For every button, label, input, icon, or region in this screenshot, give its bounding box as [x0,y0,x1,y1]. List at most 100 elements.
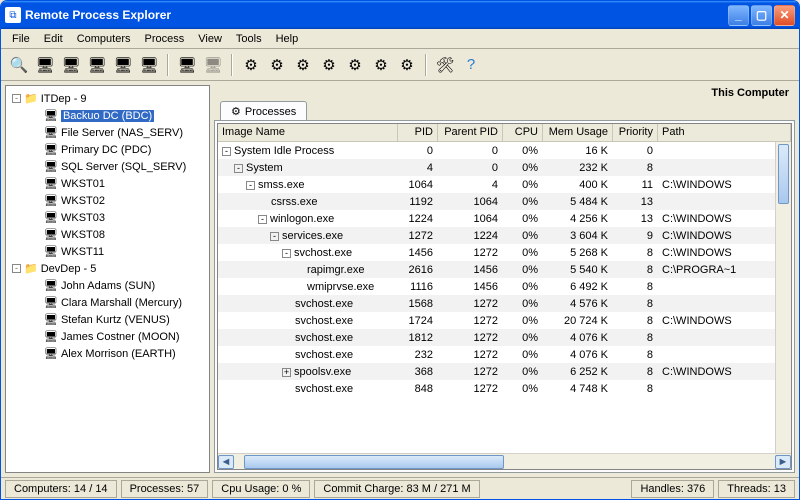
menu-tools[interactable]: Tools [229,31,269,47]
tree-node[interactable]: -📁DevDep - 5 [8,260,207,277]
col-pid[interactable]: PID [398,124,438,141]
process-row[interactable]: -svchost.exe145612720%5 268 K8C:\WINDOWS [218,244,791,261]
expand-icon[interactable]: - [234,164,243,173]
process-row[interactable]: -winlogon.exe122410640%4 256 K13C:\WINDO… [218,210,791,227]
tab-row: ⚙ Processes [214,101,795,121]
main-area: -📁ITDep - 9🖥Backuo DC (BDC)🖥File Server … [1,81,799,477]
tree-node[interactable]: 🖥James Costner (MOON) [8,328,207,345]
col-priority[interactable]: Priority [613,124,658,141]
help-icon[interactable]: ? [459,53,483,77]
titlebar[interactable]: ⧉ Remote Process Explorer _ ▢ ✕ [1,1,799,29]
add-computer-plus-icon[interactable]: 🖥 [59,53,83,77]
process-row[interactable]: -smss.exe106440%400 K11C:\WINDOWS [218,176,791,193]
process-stop-icon[interactable]: ⚙ [265,53,289,77]
process-name: services.exe [282,230,343,242]
process-row[interactable]: +spoolsv.exe36812720%6 252 K8C:\WINDOWS [218,363,791,380]
process-row[interactable]: wmiprvse.exe111614560%6 492 K8 [218,278,791,295]
close-button[interactable]: ✕ [774,5,795,26]
process-new-icon[interactable]: ⚙ [239,53,263,77]
process-row[interactable]: -System400%232 K8 [218,159,791,176]
cell-ppid: 1064 [438,195,503,209]
grid-header[interactable]: Image Name PID Parent PID CPU Mem Usage … [218,124,791,142]
expand-icon[interactable]: - [12,264,21,273]
tree-node[interactable]: 🖥File Server (NAS_SERV) [8,124,207,141]
expand-icon[interactable]: - [258,215,267,224]
expand-icon[interactable]: - [222,147,231,156]
vertical-scrollbar[interactable] [775,142,791,453]
minimize-button[interactable]: _ [728,5,749,26]
menu-computers[interactable]: Computers [70,31,138,47]
menu-help[interactable]: Help [269,31,306,47]
process-row[interactable]: csrss.exe119210640%5 484 K13 [218,193,791,210]
process-row[interactable]: rapimgr.exe261614560%5 540 K8C:\PROGRA~1 [218,261,791,278]
settings-icon[interactable]: 🛠 [433,53,457,77]
process-row[interactable]: svchost.exe156812720%4 576 K8 [218,295,791,312]
process-row[interactable]: svchost.exe172412720%20 724 K8C:\WINDOWS [218,312,791,329]
tree-node[interactable]: 🖥Primary DC (PDC) [8,141,207,158]
process-row[interactable]: -services.exe127212240%3 604 K9C:\WINDOW… [218,227,791,244]
cell-path [658,354,791,356]
remove-computer-icon[interactable]: 🖥 [111,53,135,77]
tree-node[interactable]: -📁ITDep - 9 [8,90,207,107]
menu-file[interactable]: File [5,31,37,47]
tree-node[interactable]: 🖥WKST03 [8,209,207,226]
process-row[interactable]: svchost.exe181212720%4 076 K8 [218,329,791,346]
menu-process[interactable]: Process [138,31,192,47]
cell-ppid: 1272 [438,348,503,362]
cell-priority: 8 [613,280,658,294]
cell-priority: 11 [613,178,658,192]
tree-node[interactable]: 🖥WKST08 [8,226,207,243]
scroll-thumb[interactable] [778,144,789,204]
expand-icon[interactable]: - [246,181,255,190]
process-grid[interactable]: Image Name PID Parent PID CPU Mem Usage … [217,123,792,470]
process-name: wmiprvse.exe [307,281,374,293]
tree-node[interactable]: 🖥John Adams (SUN) [8,277,207,294]
expand-icon[interactable]: - [12,94,21,103]
col-path[interactable]: Path [658,124,791,141]
computer-tree[interactable]: -📁ITDep - 9🖥Backuo DC (BDC)🖥File Server … [5,85,210,473]
process-row[interactable]: svchost.exe84812720%4 748 K8 [218,380,791,397]
tree-node[interactable]: 🖥WKST11 [8,243,207,260]
process-name: svchost.exe [294,247,352,259]
scroll-track[interactable] [234,455,775,469]
tab-processes[interactable]: ⚙ Processes [220,101,307,121]
grid-body[interactable]: -System Idle Process000%16 K0-System400%… [218,142,791,453]
tree-node[interactable]: 🖥Backuo DC (BDC) [8,107,207,124]
node-icon: 🖥 [44,160,58,173]
add-computer-icon[interactable]: 🖥 [33,53,57,77]
menu-view[interactable]: View [191,31,229,47]
process-row[interactable]: svchost.exe23212720%4 076 K8 [218,346,791,363]
menu-edit[interactable]: Edit [37,31,70,47]
expand-icon[interactable]: + [282,368,291,377]
favorite-computer-icon[interactable]: 🖥 [137,53,161,77]
tree-node[interactable]: 🖥WKST01 [8,175,207,192]
maximize-button[interactable]: ▢ [751,5,772,26]
tree-node[interactable]: 🖥WKST02 [8,192,207,209]
find-computer-icon[interactable]: 🔍 [7,53,31,77]
scroll-thumb[interactable] [244,455,504,469]
process-search-icon[interactable]: ⚙ [395,53,419,77]
disconnect-icon[interactable]: 🖥 [201,53,225,77]
process-info-icon[interactable]: ⚙ [369,53,393,77]
tree-node[interactable]: 🖥Alex Morrison (EARTH) [8,345,207,362]
col-image-name[interactable]: Image Name [218,124,398,141]
edit-computer-icon[interactable]: 🖥 [85,53,109,77]
col-mem[interactable]: Mem Usage [543,124,613,141]
tree-node[interactable]: 🖥Clara Marshall (Mercury) [8,294,207,311]
scroll-right-icon[interactable]: ► [775,455,791,469]
connect-icon[interactable]: 🖥 [175,53,199,77]
process-refresh-icon[interactable]: ⚙ [343,53,367,77]
col-cpu[interactable]: CPU [503,124,543,141]
node-label: ITDep - 9 [41,93,87,105]
tree-node[interactable]: 🖥Stefan Kurtz (VENUS) [8,311,207,328]
tree-node[interactable]: 🖥SQL Server (SQL_SERV) [8,158,207,175]
col-parent-pid[interactable]: Parent PID [438,124,503,141]
expand-icon[interactable]: - [282,249,291,258]
cell-priority: 8 [613,263,658,277]
scroll-left-icon[interactable]: ◄ [218,455,234,469]
horizontal-scrollbar[interactable]: ◄ ► [218,453,791,469]
process-priority-icon[interactable]: ⚙ [317,53,341,77]
expand-icon[interactable]: - [270,232,279,241]
process-kill-icon[interactable]: ⚙ [291,53,315,77]
process-row[interactable]: -System Idle Process000%16 K0 [218,142,791,159]
